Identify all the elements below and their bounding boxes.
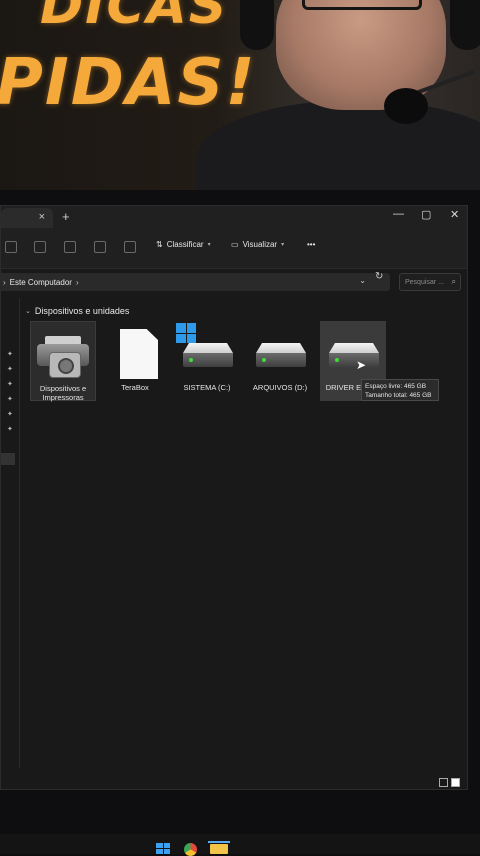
headset-left-icon [240,0,274,50]
chrome-icon[interactable] [184,843,197,856]
title-bar: × + — ▢ ✕ [1,206,467,228]
search-placeholder: Pesquisar ... [405,278,444,286]
printer-icon [37,336,89,378]
drive-icon [256,343,306,367]
delete-icon[interactable] [124,241,136,253]
view-button[interactable]: ▭ Visualizar ▾ [231,240,284,249]
view-label: Visualizar [242,240,278,249]
item-drive-c[interactable]: SISTEMA (C:) [174,321,240,401]
search-input[interactable]: Pesquisar ... ⌕ [399,273,461,291]
drive-icon [329,343,379,367]
active-indicator [208,841,230,843]
view-switcher [439,778,460,787]
windows-logo-icon [176,323,196,343]
mouse-cursor-icon: ➤ [356,358,367,372]
tab-close-button[interactable]: × [39,211,45,223]
drive-tooltip: Espaço livre: 465 GB Tamanho total: 465 … [361,379,439,401]
file-explorer-icon[interactable] [210,844,228,854]
banner-title-line1: DICAS [40,0,229,36]
item-drive-d[interactable]: ARQUIVOS (D:) [247,321,313,401]
presenter-body [196,100,480,190]
chevron-down-icon: ▾ [281,242,285,248]
file-explorer-window: × + — ▢ ✕ ⇅ Classificar ▾ ▭ Visualizar ▾… [0,205,468,790]
tiles-view-icon[interactable] [451,778,460,787]
drive-icon [183,343,233,367]
file-icon [120,329,158,379]
paste-icon[interactable] [34,241,46,253]
banner-title-line2: PIDAS! [0,46,257,120]
chevron-right-icon: › [3,277,6,287]
glasses-icon [302,0,422,10]
chevron-down-icon: ⌄ [25,308,31,315]
item-label: Dispositivos e Impressoras [39,384,87,402]
item-devices-printers[interactable]: Dispositivos e Impressoras [30,321,96,402]
video-banner: DICAS PIDAS! [0,0,480,190]
minimize-button[interactable]: — [393,208,404,220]
maximize-button[interactable]: ▢ [421,208,431,221]
item-label: TeraBox [121,383,149,392]
more-icon: ••• [307,240,316,249]
taskbar [0,834,480,856]
item-label: SISTEMA (C:) [183,383,231,392]
address-path[interactable]: Este Computador [10,278,72,287]
headset-right-icon [450,0,480,50]
pin-icon[interactable]: ✦ [7,380,13,388]
pin-icon[interactable]: ✦ [7,425,13,433]
item-terabox[interactable]: TeraBox [102,321,168,401]
item-label: ARQUIVOS (D:) [252,383,308,392]
sort-icon: ⇅ [156,240,163,249]
navigation-pane: ✦ ✦ ✦ ✦ ✦ ✦ [1,298,20,768]
sort-label: Classificar [166,240,204,249]
new-tab-button[interactable]: + [62,209,70,224]
chevron-right-icon[interactable]: › [76,278,79,287]
address-dropdown-icon[interactable]: ⌄ [359,276,366,285]
camera-icon [49,352,81,378]
address-field[interactable]: › Este Computador › ⌄ [0,273,390,291]
presenter-image [196,0,480,190]
close-button[interactable]: ✕ [450,208,459,221]
details-view-icon[interactable] [439,778,448,787]
pin-icon[interactable]: ✦ [7,410,13,418]
nav-item-selected[interactable] [1,453,15,465]
tooltip-free-space: Espaço livre: 465 GB [365,383,427,390]
rename-icon[interactable] [64,241,76,253]
chevron-down-icon: ▾ [207,242,211,248]
microphone-icon [384,88,428,124]
search-icon: ⌕ [451,277,456,286]
command-bar: ⇅ Classificar ▾ ▭ Visualizar ▾ ••• [1,228,467,269]
sort-button[interactable]: ⇅ Classificar ▾ [156,240,211,249]
start-button[interactable] [156,843,170,854]
tooltip-total-size: Tamanho total: 465 GB [365,392,432,399]
copy-icon[interactable] [5,241,17,253]
pin-icon[interactable]: ✦ [7,365,13,373]
tab-este-computador[interactable]: × [1,208,53,228]
more-options-button[interactable]: ••• [307,240,315,249]
section-header[interactable]: ⌄ Dispositivos e unidades [25,306,129,316]
pin-icon[interactable]: ✦ [7,395,13,403]
section-title: Dispositivos e unidades [34,306,130,316]
view-icon: ▭ [231,240,239,249]
pin-icon[interactable]: ✦ [7,350,13,358]
address-bar: › Este Computador › ⌄ ↻ [0,270,467,294]
share-icon[interactable] [94,241,106,253]
